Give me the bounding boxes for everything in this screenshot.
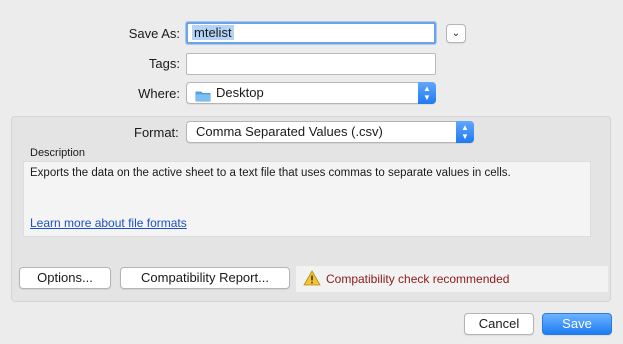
format-value: Comma Separated Values (.csv)	[196, 124, 383, 139]
tags-input[interactable]	[186, 53, 436, 75]
options-button[interactable]: Options...	[19, 267, 111, 289]
where-value: Desktop	[216, 85, 264, 100]
compatibility-status: Compatibility check recommended	[296, 266, 608, 292]
up-down-stepper-icon: ▲ ▼	[418, 82, 436, 104]
description-text: Exports the data on the active sheet to …	[30, 167, 511, 179]
where-popup[interactable]: Desktop ▲ ▼	[186, 82, 436, 104]
cancel-button[interactable]: Cancel	[464, 313, 534, 335]
save-button[interactable]: Save	[542, 313, 612, 335]
folder-icon	[195, 88, 211, 108]
up-down-stepper-icon: ▲ ▼	[456, 121, 474, 143]
format-popup[interactable]: Comma Separated Values (.csv) ▲ ▼	[186, 121, 474, 143]
format-label: Format:	[134, 125, 179, 140]
description-heading: Description	[30, 147, 86, 159]
where-label: Where:	[138, 86, 180, 101]
chevron-down-icon: ⌄	[451, 28, 461, 39]
tags-label: Tags:	[148, 56, 180, 71]
expand-dialog-button[interactable]: ⌄	[446, 24, 466, 43]
description-box: Exports the data on the active sheet to …	[23, 161, 591, 237]
save-as-input[interactable]: mtelist	[186, 22, 436, 44]
save-as-label: Save As:	[128, 26, 180, 41]
warning-icon	[303, 270, 321, 289]
save-as-value: mtelist	[192, 25, 234, 40]
learn-more-link[interactable]: Learn more about file formats	[30, 216, 187, 230]
compatibility-warning-text: Compatibility check recommended	[326, 272, 510, 286]
compatibility-report-button[interactable]: Compatibility Report...	[120, 267, 290, 289]
